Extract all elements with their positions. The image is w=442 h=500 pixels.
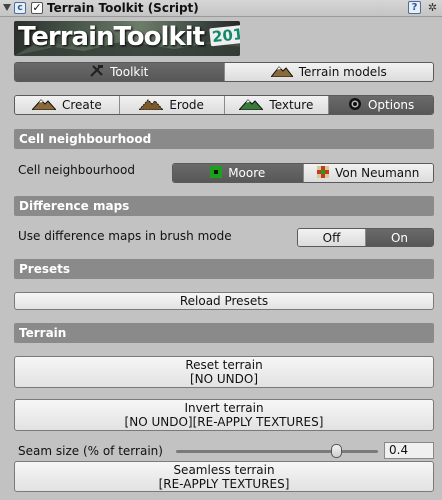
tab-terrain-models[interactable]: Terrain models	[224, 63, 433, 81]
seam-size-label: Seam size (% of terrain)	[18, 444, 163, 458]
seam-size-value-field[interactable]: 0.4	[384, 442, 434, 459]
button-label: Seamless terrain	[173, 462, 275, 477]
tab-texture[interactable]: Texture	[224, 96, 330, 114]
gear-icon[interactable]: ✲	[426, 1, 439, 14]
button-label: Reset terrain	[185, 358, 263, 372]
main-tab-bar: Toolkit Terrain models	[14, 62, 434, 82]
tab-options[interactable]: Options	[329, 96, 433, 114]
section-cell-neighbourhood: Cell neighbourhood	[14, 129, 434, 149]
mountain-icon	[238, 98, 265, 113]
option-off[interactable]: Off	[298, 229, 366, 246]
reload-presets-button[interactable]: Reload Presets	[14, 292, 434, 310]
brand-year-badge: 2017	[209, 23, 240, 47]
tab-erode[interactable]: Erode	[119, 96, 225, 114]
option-on[interactable]: On	[366, 229, 433, 246]
button-label: Invert terrain	[184, 401, 264, 415]
invert-terrain-button[interactable]: Invert terrain [NO UNDO][RE-APPLY TEXTUR…	[14, 399, 434, 431]
button-label: Reload Presets	[179, 294, 269, 308]
mountain-icon	[30, 98, 58, 113]
toolkit-logo-banner: TerrainToolkit 2017	[14, 21, 240, 56]
script-icon: c	[14, 2, 26, 14]
button-sublabel: [RE-APPLY TEXTURES]	[158, 476, 290, 491]
option-von-neumann[interactable]: Von Neumann	[303, 164, 433, 182]
component-header: c ✓ Terrain Toolkit (Script) ? ✲	[0, 0, 442, 17]
mountain-icon	[138, 98, 165, 113]
tab-label: Texture	[269, 98, 314, 112]
tab-label: Erode	[169, 98, 204, 112]
reset-terrain-button[interactable]: Reset terrain [NO UNDO]	[14, 356, 434, 388]
tab-toolkit[interactable]: Toolkit	[15, 63, 225, 81]
help-icon[interactable]: ?	[408, 1, 421, 14]
tools-icon	[90, 64, 104, 80]
tab-label: Toolkit	[110, 65, 149, 79]
tab-label: Create	[61, 98, 102, 112]
cell-neighbourhood-label: Cell neighbourhood	[18, 163, 135, 177]
foldout-arrow-icon[interactable]	[3, 4, 11, 11]
seamless-terrain-button[interactable]: Seamless terrain [RE-APPLY TEXTURES]	[14, 461, 434, 492]
cell-neighbourhood-toggle: Moore Von Neumann	[172, 163, 434, 183]
tool-tab-bar: Create Erode Texture Options	[14, 95, 434, 115]
tab-create[interactable]: Create	[15, 96, 120, 114]
option-label: Moore	[228, 166, 266, 180]
difference-maps-label: Use difference maps in brush mode	[18, 229, 232, 243]
brand-logo-text: TerrainToolkit	[18, 22, 205, 52]
seam-size-slider-track[interactable]	[176, 450, 378, 453]
section-difference-maps: Difference maps	[14, 196, 434, 216]
tab-label: Terrain models	[298, 65, 387, 79]
moore-grid-icon	[210, 165, 223, 181]
component-title: Terrain Toolkit (Script)	[47, 1, 199, 15]
option-label: Off	[322, 230, 341, 245]
section-terrain: Terrain	[14, 323, 434, 343]
section-presets: Presets	[14, 259, 434, 279]
button-sublabel: [NO UNDO][RE-APPLY TEXTURES]	[124, 415, 324, 429]
mountain-icon	[269, 65, 294, 80]
tab-label: Options	[367, 98, 415, 112]
difference-maps-toggle: Off On	[297, 228, 434, 247]
enabled-checkbox[interactable]: ✓	[31, 2, 43, 14]
von-neumann-grid-icon	[317, 165, 330, 181]
option-moore[interactable]: Moore	[173, 164, 304, 182]
seam-size-slider-thumb[interactable]	[331, 444, 342, 458]
gear-icon	[348, 97, 362, 114]
button-sublabel: [NO UNDO]	[189, 372, 259, 386]
option-label: Von Neumann	[335, 166, 420, 180]
option-label: On	[390, 230, 409, 245]
